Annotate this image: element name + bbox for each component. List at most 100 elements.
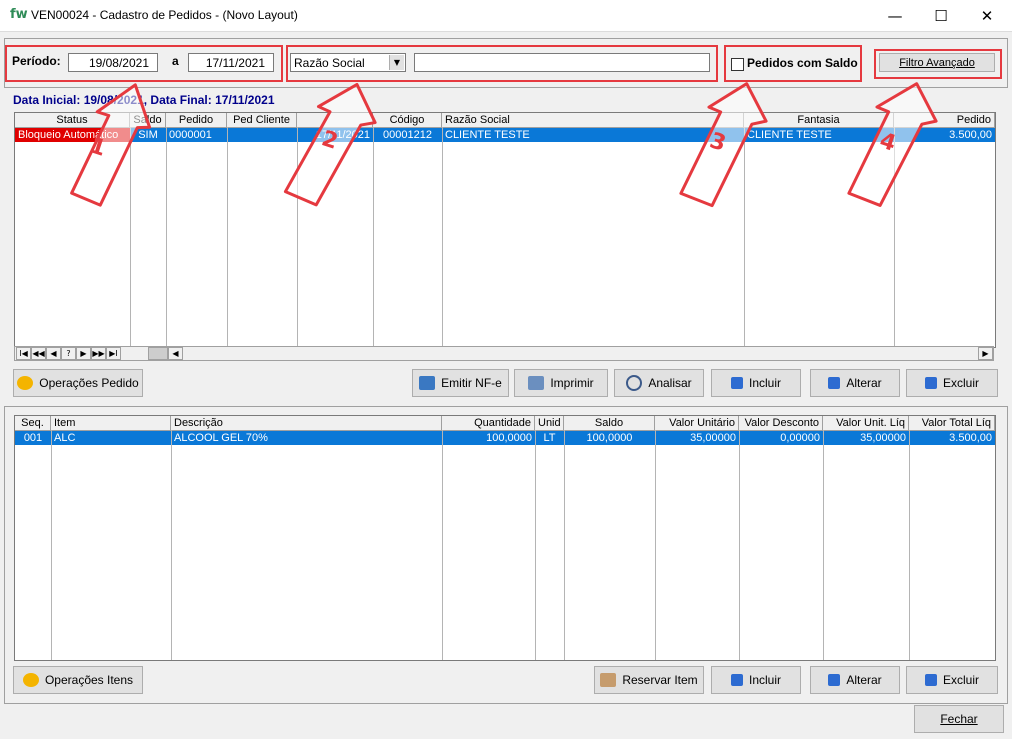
col-valor-pedido[interactable]: Pedido — [894, 113, 995, 127]
col-quantidade[interactable]: Quantidade — [442, 416, 535, 430]
excluir-item-button[interactable]: Excluir — [906, 666, 998, 694]
nfe-icon — [419, 376, 436, 390]
imprimir-label: Imprimir — [550, 376, 594, 390]
cell-fantasia: CLIENTE TESTE — [747, 129, 832, 141]
alterar-item-label: Alterar — [846, 673, 882, 687]
maximize-button[interactable]: ☐ — [918, 0, 964, 31]
plus-icon — [730, 377, 743, 389]
operacoes-itens-button[interactable]: Operações Itens — [13, 666, 143, 694]
orders-grid-header: Status Saldo Pedido Ped Cliente Código R… — [15, 113, 995, 128]
fechar-button[interactable]: Fechar — [914, 705, 1004, 733]
col-codigo[interactable]: Código — [373, 113, 442, 127]
window-title: VEN00024 - Cadastro de Pedidos - (Novo L… — [31, 8, 298, 22]
cell-valor-total-liq: 3.500,00 — [949, 432, 992, 444]
scroll-left-icon[interactable]: ◀ — [168, 347, 183, 360]
col-saldo[interactable]: Saldo — [130, 113, 166, 127]
nav-prior-page-button[interactable]: ◀◀ — [31, 347, 46, 360]
orders-grid[interactable]: Status Saldo Pedido Ped Cliente Código R… — [14, 112, 996, 348]
a-label: a — [172, 54, 179, 68]
scroll-right-icon[interactable]: ▶ — [978, 347, 993, 360]
search-field-select[interactable]: Razão Social ▼ — [290, 53, 406, 72]
alterar-pedido-button[interactable]: Alterar — [810, 369, 900, 397]
nav-next-button[interactable]: ▶ — [76, 347, 91, 360]
printer-icon — [528, 376, 545, 390]
incluir-item-label: Incluir — [748, 673, 781, 687]
nav-next-page-button[interactable]: ▶▶ — [91, 347, 106, 360]
scroll-thumb[interactable] — [148, 347, 168, 360]
edit-icon — [828, 674, 841, 686]
emitir-nfe-label: Emitir NF-e — [441, 376, 502, 390]
col-ped-cliente[interactable]: Ped Cliente — [227, 113, 297, 127]
filtro-avancado-button[interactable]: Filtro Avançado — [879, 53, 995, 72]
minus-icon — [924, 674, 937, 686]
col-fantasia[interactable]: Fantasia — [744, 113, 894, 127]
cell-saldo: SIM — [138, 129, 158, 141]
nav-last-button[interactable]: ▶I — [106, 347, 121, 360]
alterar-item-button[interactable]: Alterar — [810, 666, 900, 694]
pedidos-com-saldo-checkbox[interactable] — [731, 58, 744, 71]
plus-icon — [730, 674, 743, 686]
cell-valor-unit-liq: 35,00000 — [860, 432, 906, 444]
reservar-item-label: Reservar Item — [622, 673, 698, 687]
operacoes-itens-label: Operações Itens — [44, 673, 134, 687]
reservar-item-button[interactable]: Reservar Item — [594, 666, 704, 694]
items-grid[interactable]: Seq. Item Descrição Quantidade Unid Sald… — [14, 415, 996, 661]
emitir-nfe-button[interactable]: Emitir NF-e — [412, 369, 509, 397]
col-valor-unit-liq[interactable]: Valor Unit. Líq — [823, 416, 909, 430]
col-data[interactable] — [297, 113, 373, 127]
table-row[interactable]: Bloqueio Automático SIM 0000001 17/11/20… — [15, 128, 995, 142]
cell-saldo-item: 100,0000 — [586, 432, 633, 444]
nav-prior-button[interactable]: ◀ — [46, 347, 61, 360]
cell-seq: 001 — [23, 432, 43, 444]
cell-pedido: 0000001 — [169, 129, 212, 141]
cell-razao-social: CLIENTE TESTE — [445, 129, 530, 141]
items-grid-header: Seq. Item Descrição Quantidade Unid Sald… — [15, 416, 995, 431]
date-summary: Data Inicial: 19/08/2021, Data Final: 17… — [13, 93, 275, 107]
col-saldo-item[interactable]: Saldo — [564, 416, 655, 430]
magnifier-icon — [626, 375, 643, 391]
col-item[interactable]: Item — [51, 416, 171, 430]
col-unid[interactable]: Unid — [535, 416, 564, 430]
col-valor-desconto[interactable]: Valor Desconto — [739, 416, 823, 430]
cell-status: Bloqueio Automático — [15, 128, 130, 142]
analisar-button[interactable]: Analisar — [614, 369, 704, 397]
incluir-item-button[interactable]: Incluir — [711, 666, 801, 694]
imprimir-button[interactable]: Imprimir — [514, 369, 608, 397]
cell-valor-desconto: 0,00000 — [780, 432, 820, 444]
cell-valor-unitario: 35,00000 — [690, 432, 736, 444]
col-valor-unitario[interactable]: Valor Unitário — [655, 416, 739, 430]
date-start-input[interactable]: 19/08/2021 — [68, 53, 158, 72]
search-field-selected: Razão Social — [294, 55, 365, 70]
table-row[interactable]: 001 ALC ALCOOL GEL 70% 100,0000 LT 100,0… — [15, 431, 995, 445]
excluir-item-label: Excluir — [942, 673, 979, 687]
cell-item: ALC — [54, 432, 76, 444]
periodo-label: Período: — [12, 54, 61, 68]
title-bar: fw VEN00024 - Cadastro de Pedidos - (Nov… — [0, 0, 1012, 32]
analisar-label: Analisar — [648, 376, 692, 390]
incluir-pedido-button[interactable]: Incluir — [711, 369, 801, 397]
search-input[interactable] — [414, 53, 710, 72]
cell-valor-pedido: 3.500,00 — [949, 129, 992, 141]
cell-codigo: 00001212 — [383, 129, 432, 141]
col-descricao[interactable]: Descrição — [171, 416, 442, 430]
col-status[interactable]: Status — [15, 113, 130, 127]
chevron-down-icon[interactable]: ▼ — [389, 55, 404, 70]
minimize-button[interactable]: — — [872, 0, 918, 31]
incluir-pedido-label: Incluir — [748, 376, 781, 390]
operacoes-pedido-label: Operações Pedido — [39, 376, 139, 390]
cell-quantidade: 100,0000 — [486, 432, 532, 444]
col-valor-total-liq[interactable]: Valor Total Líq — [909, 416, 995, 430]
col-seq[interactable]: Seq. — [15, 416, 51, 430]
cell-descricao: ALCOOL GEL 70% — [174, 432, 268, 444]
pedidos-com-saldo-label: Pedidos com Saldo — [747, 56, 858, 70]
date-end-input[interactable]: 17/11/2021 — [188, 53, 274, 72]
operacoes-pedido-button[interactable]: Operações Pedido — [13, 369, 143, 397]
nav-first-button[interactable]: I◀ — [16, 347, 31, 360]
col-pedido[interactable]: Pedido — [166, 113, 227, 127]
close-button[interactable]: ✕ — [964, 0, 1010, 31]
nav-search-button[interactable]: ? — [61, 347, 76, 360]
col-razao-social[interactable]: Razão Social — [442, 113, 744, 127]
excluir-pedido-button[interactable]: Excluir — [906, 369, 998, 397]
alterar-pedido-label: Alterar — [846, 376, 882, 390]
excluir-pedido-label: Excluir — [942, 376, 979, 390]
